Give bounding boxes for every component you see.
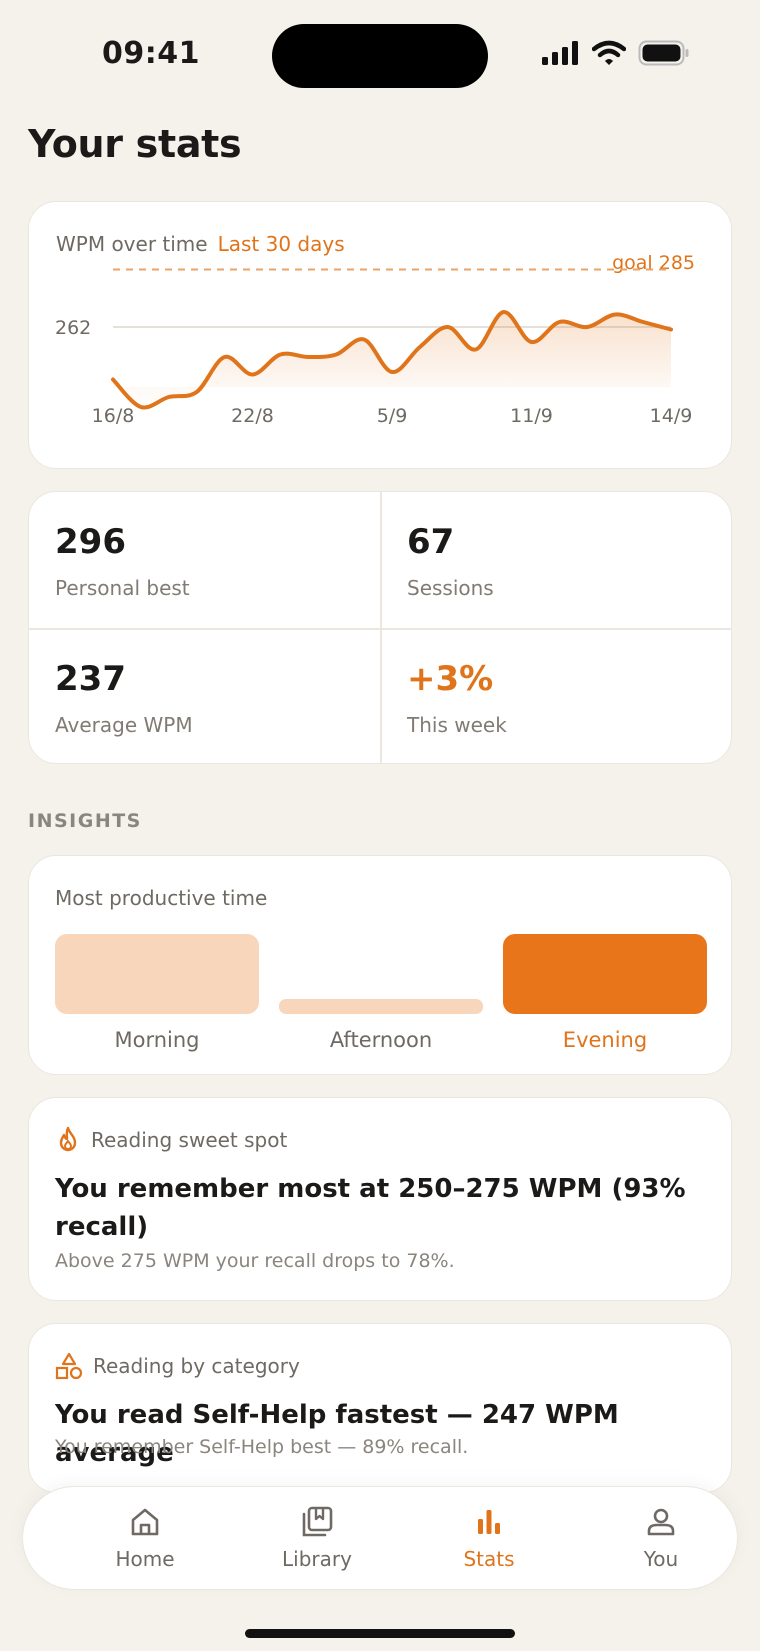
sweet-spot-card[interactable]: Reading sweet spot You remember most at … — [28, 1097, 732, 1301]
x-tick-label: 11/9 — [510, 405, 553, 427]
tab-label: Home — [115, 1547, 175, 1571]
wifi-icon — [592, 40, 626, 65]
time-bar — [279, 999, 483, 1014]
stat-value: 296 — [55, 522, 126, 562]
category-detail: You remember Self-Help best — 89% recall… — [55, 1436, 469, 1458]
shapes-icon — [55, 1352, 83, 1380]
wpm-chart-card: WPM over time Last 30 days goal 285 262 1… — [28, 201, 732, 469]
tab-home[interactable]: Home — [75, 1505, 215, 1575]
time-bar-evening: Evening — [503, 932, 707, 1052]
stat-label: Personal best — [55, 576, 190, 600]
stat-average-wpm: 237 Average WPM — [29, 629, 381, 763]
tab-label: Stats — [463, 1547, 515, 1571]
productive-time-title: Most productive time — [55, 886, 268, 910]
status-bar: 09:41 — [0, 0, 760, 110]
productive-time-card: Most productive time Morning Afternoon E… — [28, 855, 732, 1075]
home-icon — [131, 1508, 159, 1536]
x-axis-ticks: 16/8 22/8 5/9 11/9 14/9 — [92, 405, 693, 427]
stats-icon — [478, 1510, 500, 1534]
time-bar-label: Morning — [114, 1028, 200, 1052]
stats-summary-card: 296 Personal best 67 Sessions 237 Averag… — [28, 491, 732, 764]
x-tick-label: 5/9 — [377, 405, 408, 427]
category-card[interactable]: Reading by category You read Self-Help f… — [28, 1323, 732, 1493]
status-icons — [542, 40, 690, 66]
category-message: You read Self-Help fastest — 247 WPM ave… — [55, 1400, 619, 1468]
stat-label: Average WPM — [55, 713, 193, 737]
tab-bar: Home Library Stats You — [22, 1486, 738, 1590]
stat-sessions: 67 Sessions — [381, 492, 731, 628]
x-tick-label: 14/9 — [650, 405, 693, 427]
battery-icon — [638, 40, 689, 66]
x-tick-label: 16/8 — [92, 405, 135, 427]
time-bar-label: Evening — [562, 1028, 648, 1052]
person-icon — [647, 1508, 675, 1536]
wpm-line-chart: 262 16/8 22/8 5/9 11/9 14/9 — [55, 268, 693, 427]
tab-label: You — [643, 1547, 679, 1571]
category-heading: Reading by category — [93, 1354, 300, 1378]
tab-library[interactable]: Library — [247, 1505, 387, 1575]
stat-value: +3% — [407, 659, 494, 699]
stat-label: This week — [407, 713, 507, 737]
stat-label: Sessions — [407, 576, 494, 600]
stat-value: 67 — [407, 522, 455, 562]
status-time: 09:41 — [102, 36, 200, 71]
category-header: Reading by category — [55, 1352, 300, 1380]
time-bar-morning: Morning — [55, 932, 259, 1052]
sweet-spot-header: Reading sweet spot — [55, 1126, 287, 1154]
time-bar-label: Afternoon — [329, 1028, 433, 1052]
tab-stats[interactable]: Stats — [419, 1505, 559, 1575]
dynamic-island — [272, 24, 488, 88]
sweet-spot-message: You remember most at 250–275 WPM (93% re… — [55, 1174, 686, 1242]
time-bar — [55, 934, 259, 1014]
sweet-spot-heading: Reading sweet spot — [91, 1128, 288, 1152]
home-indicator — [245, 1629, 515, 1638]
page-title: Your stats — [28, 122, 242, 166]
sweet-spot-detail: Above 275 WPM your recall drops to 78%. — [55, 1250, 455, 1272]
time-bar — [503, 934, 707, 1014]
time-bar-afternoon: Afternoon — [279, 932, 483, 1052]
tab-you[interactable]: You — [591, 1505, 731, 1575]
library-icon — [302, 1506, 333, 1537]
y-tick-label: 262 — [55, 317, 91, 339]
cellular-signal-icon — [542, 41, 578, 65]
flame-icon — [59, 1126, 77, 1152]
tab-label: Library — [282, 1547, 352, 1571]
x-tick-label: 22/8 — [231, 405, 274, 427]
stat-this-week: +3% This week — [381, 629, 731, 763]
section-label-insights: INSIGHTS — [28, 810, 142, 832]
stat-value: 237 — [55, 659, 126, 699]
stat-personal-best: 296 Personal best — [29, 492, 381, 628]
